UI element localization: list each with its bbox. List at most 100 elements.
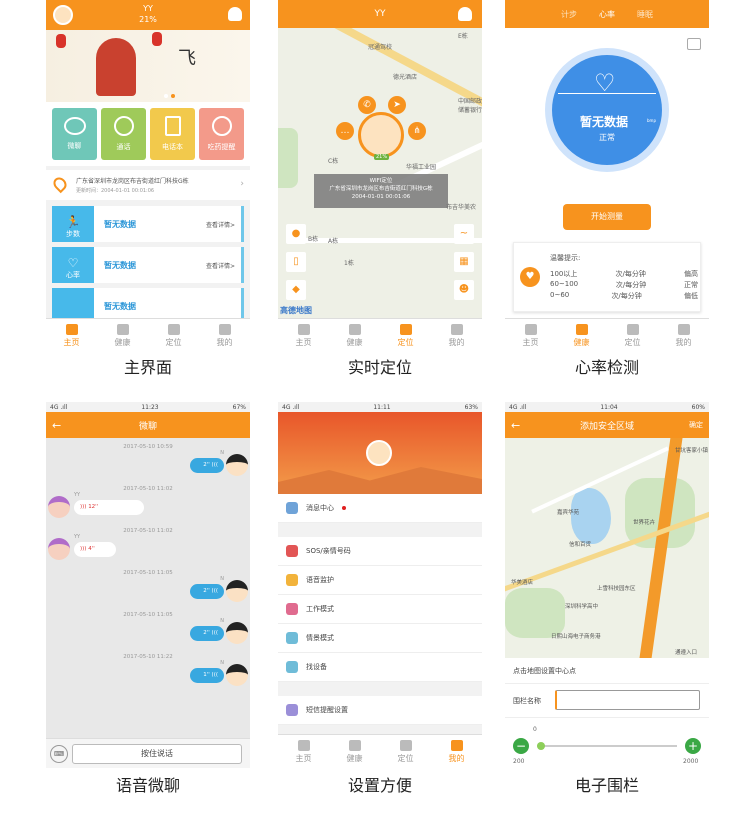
- card-link[interactable]: 查看详情>: [206, 220, 235, 229]
- tab-home[interactable]: 主页: [278, 319, 329, 352]
- card-heart-rate[interactable]: ♡ 心率 暂无数据 查看详情>: [52, 247, 244, 283]
- fence-map[interactable]: 嘉宾华苑 甘坑客家小镇 世界花卉 信和百货 上雪科技园东区 深圳科学高中 日熙山…: [505, 438, 709, 658]
- back-arrow-icon[interactable]: ←: [511, 419, 520, 432]
- tab-home[interactable]: 主页: [46, 319, 97, 352]
- voice-message-bubble[interactable]: ))) 4'': [74, 542, 116, 557]
- tips-unit: 次/每分钟: [611, 292, 642, 300]
- tab-sleep[interactable]: 睡眠: [637, 9, 653, 20]
- share-button[interactable]: ⋔: [408, 122, 426, 140]
- tile-medicine[interactable]: 吃药提醒: [199, 108, 244, 160]
- voice-message-bubble[interactable]: 2'' (((: [190, 626, 224, 641]
- settings-item[interactable]: SOS/亲情号码: [278, 537, 482, 566]
- tab-me[interactable]: 我的: [431, 735, 482, 768]
- radius-slider-thumb[interactable]: [537, 742, 545, 750]
- tab-steps[interactable]: 计步: [561, 9, 577, 20]
- voice-message-bubble[interactable]: 1'' (((: [190, 668, 224, 683]
- settings-item-label: 找设备: [306, 663, 327, 671]
- card-steps[interactable]: 🏃 步数 暂无数据 查看详情>: [52, 206, 244, 242]
- voice-message-bubble[interactable]: 2'' (((: [190, 584, 224, 599]
- phone-icon: [113, 116, 134, 136]
- tab-home[interactable]: 主页: [505, 319, 556, 352]
- tile-call[interactable]: 通话: [101, 108, 146, 160]
- contact-avatar[interactable]: [48, 496, 70, 518]
- settings-item[interactable]: 找设备: [278, 653, 482, 682]
- pulse-line: [558, 93, 656, 94]
- tab-me[interactable]: 我的: [199, 319, 250, 352]
- contact-avatar[interactable]: [48, 538, 70, 560]
- tab-label: 我的: [675, 337, 692, 347]
- settings-item-label: 工作模式: [306, 605, 334, 613]
- voice-duration: 2'': [203, 588, 210, 594]
- start-measure-button[interactable]: 开始测量: [563, 204, 651, 230]
- home-header: YY 21%: [46, 0, 250, 30]
- user-avatar[interactable]: [226, 454, 248, 476]
- message-icon: [286, 502, 298, 514]
- tab-location[interactable]: 定位: [380, 735, 431, 768]
- route-button[interactable]: ~: [454, 224, 474, 244]
- card-link[interactable]: 查看详情>: [206, 261, 235, 270]
- tab-home[interactable]: 主页: [278, 735, 329, 768]
- tab-health[interactable]: 健康: [329, 319, 380, 352]
- tile-label: 通话: [116, 143, 131, 151]
- signal-text: 4G .ıll: [509, 403, 527, 411]
- user-avatar[interactable]: [226, 664, 248, 686]
- tab-me[interactable]: 我的: [431, 319, 482, 352]
- banner-image[interactable]: ⻜: [46, 30, 250, 102]
- battery-text: 67%: [232, 403, 246, 411]
- keyboard-icon[interactable]: ⌨: [50, 745, 68, 763]
- radius-slider-track[interactable]: [537, 742, 677, 750]
- tab-me[interactable]: 我的: [658, 319, 709, 352]
- tab-bar: 主页 健康 定位 我的: [505, 318, 709, 352]
- voice-message-bubble[interactable]: ))) 12'': [74, 500, 144, 515]
- settings-item[interactable]: 工作模式: [278, 595, 482, 624]
- fence-button[interactable]: ▦: [454, 252, 474, 272]
- settings-item[interactable]: 消息中心: [278, 494, 482, 523]
- map-label: 上雪科技园东区: [597, 586, 636, 592]
- tile-chat[interactable]: 微聊: [52, 108, 97, 160]
- family-button[interactable]: ☻: [454, 280, 474, 300]
- address-bar[interactable]: 广东省深圳市龙岗区布吉街道红门科技G栋 更新时间：2004-01-01 00:0…: [46, 170, 250, 200]
- settings-item[interactable]: 语音监护: [278, 566, 482, 595]
- home-icon: [297, 739, 310, 751]
- settings-item[interactable]: 短信提醒设置: [278, 696, 482, 725]
- tab-location[interactable]: 定位: [380, 319, 431, 352]
- history-icon[interactable]: [687, 38, 701, 50]
- tab-location[interactable]: 定位: [148, 319, 199, 352]
- contacts-icon[interactable]: [228, 7, 242, 21]
- scene-icon: [286, 632, 298, 644]
- decrease-radius-button[interactable]: −: [513, 738, 529, 754]
- tab-health[interactable]: 健康: [556, 319, 607, 352]
- back-arrow-icon[interactable]: ←: [52, 419, 61, 432]
- location-pin-icon: [399, 323, 412, 335]
- tab-heart-rate[interactable]: 心率: [599, 9, 615, 20]
- sms-icon: [286, 704, 298, 716]
- tab-health[interactable]: 健康: [97, 319, 148, 352]
- caption-heart-rate: 心率检测: [574, 358, 639, 377]
- increase-radius-button[interactable]: +: [685, 738, 701, 754]
- navigate-button[interactable]: ➤: [388, 96, 406, 114]
- hold-to-talk-button[interactable]: 按住说话: [72, 744, 242, 764]
- call-button[interactable]: ✆: [358, 96, 376, 114]
- contacts-icon[interactable]: [458, 7, 472, 21]
- voice-message-bubble[interactable]: 2'' (((: [190, 458, 224, 473]
- map-highway: [638, 438, 684, 658]
- chat-button[interactable]: …: [336, 122, 354, 140]
- tab-health[interactable]: 健康: [329, 735, 380, 768]
- confirm-button[interactable]: 确定: [689, 420, 703, 430]
- device-marker[interactable]: [358, 112, 404, 158]
- tab-location[interactable]: 定位: [607, 319, 658, 352]
- fence-name-input[interactable]: [555, 690, 700, 710]
- location-pin-button[interactable]: ●: [286, 224, 306, 244]
- phone-device-button[interactable]: ▯: [286, 252, 306, 272]
- user-avatar[interactable]: [226, 580, 248, 602]
- briefcase-icon: [286, 603, 298, 615]
- settings-item[interactable]: 情景模式: [278, 624, 482, 653]
- map-label: B栋: [308, 236, 319, 243]
- fence-screen: 4G .ıll 11:04 60% ← 添加安全区域 确定 嘉宾华苑 甘坑客家小镇 …: [505, 402, 709, 768]
- map-area[interactable]: 冠通驾校 德光酒店 中国邮政储蓄银行 华福工业园 C栋 B栋 A栋 1栋 E栋 …: [278, 28, 482, 318]
- layers-button[interactable]: ◆: [286, 280, 306, 300]
- tile-phonebook[interactable]: 电话本: [150, 108, 195, 160]
- chat-input-bar: ⌨ 按住说话: [46, 738, 250, 768]
- avatar[interactable]: [366, 440, 392, 466]
- user-avatar[interactable]: [226, 622, 248, 644]
